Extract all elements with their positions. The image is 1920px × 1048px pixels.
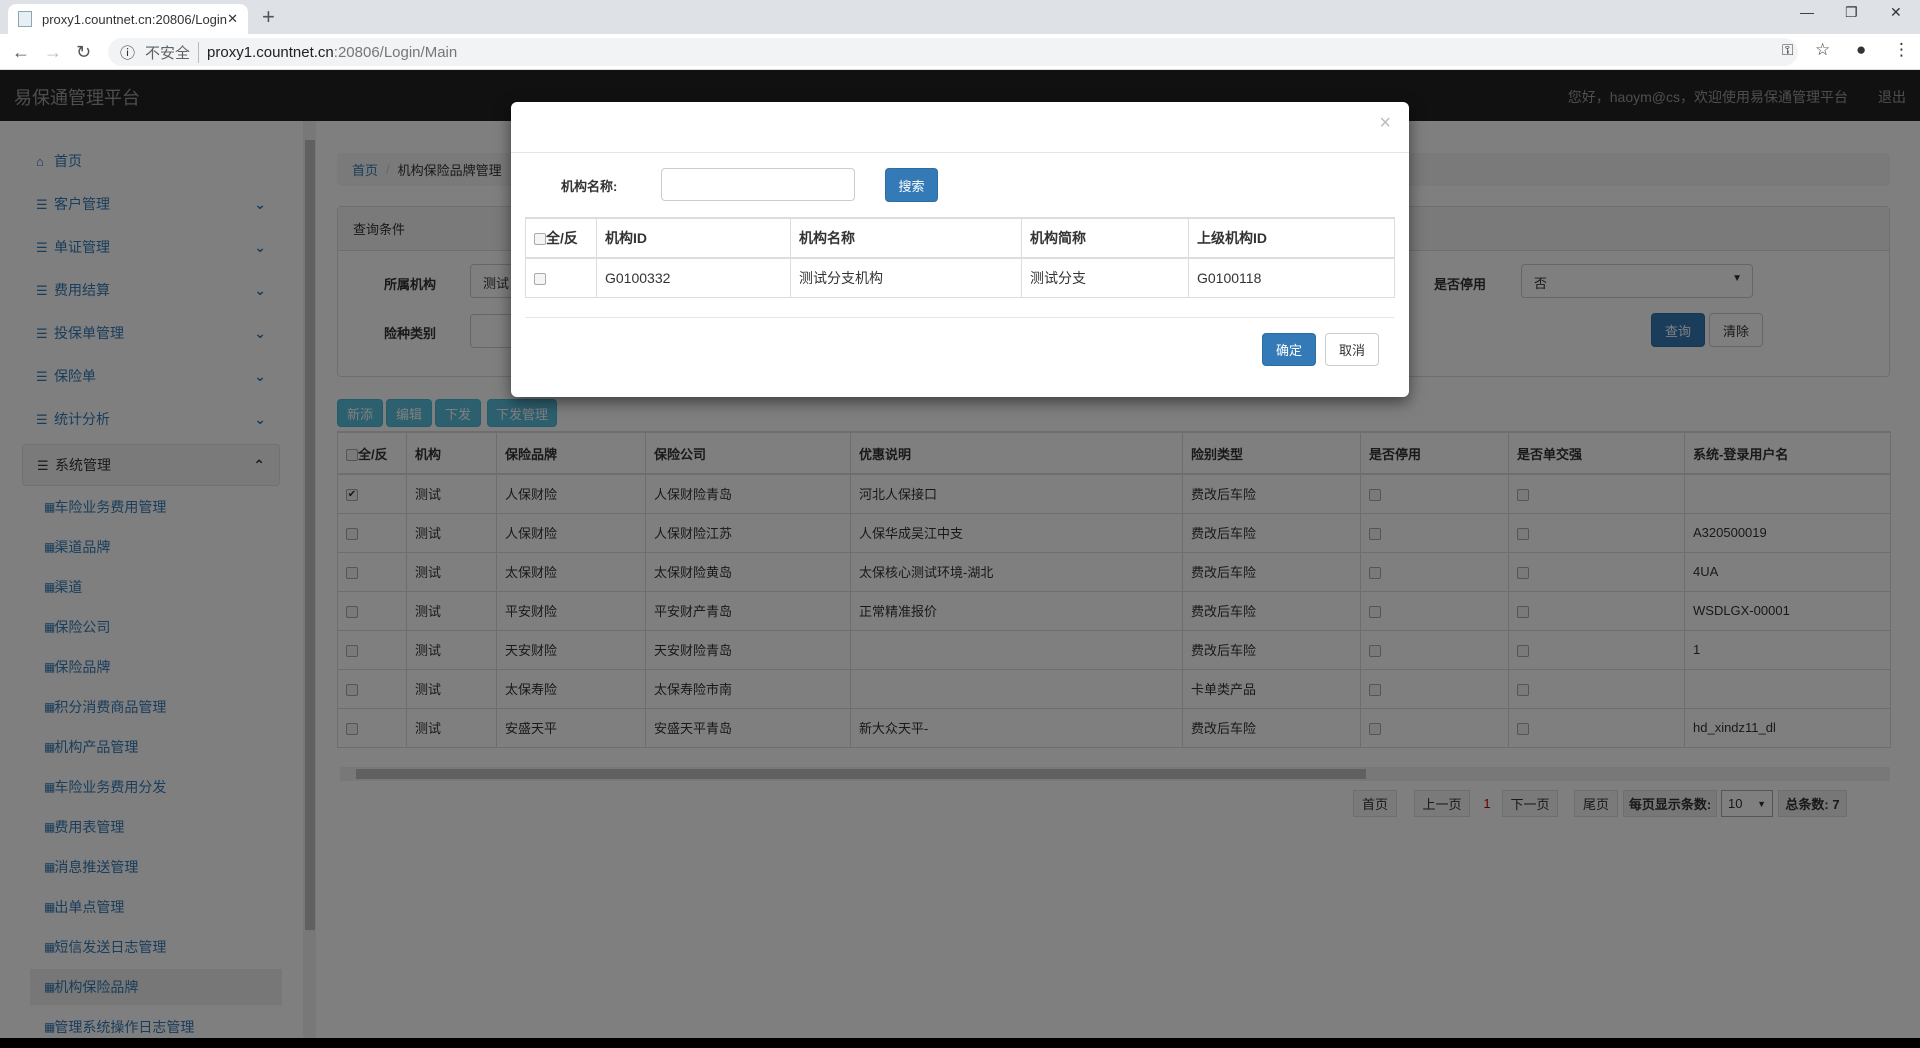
close-tab-icon[interactable]: ✕ bbox=[227, 11, 238, 27]
select-all-header[interactable]: 全/反 bbox=[525, 217, 597, 259]
cancel-button[interactable]: 取消 bbox=[1325, 333, 1379, 366]
org-name-input[interactable] bbox=[661, 168, 855, 201]
menu-icon[interactable]: ⋮ bbox=[1893, 40, 1910, 60]
column-header: 机构名称 bbox=[790, 217, 1022, 259]
column-header: 机构ID bbox=[596, 217, 791, 259]
modal-footer-divider bbox=[525, 317, 1394, 318]
confirm-button[interactable]: 确定 bbox=[1262, 333, 1316, 366]
org-table: 全/反 机构ID 机构名称 机构简称 上级机构ID G0100332 测试分支机… bbox=[525, 217, 1395, 298]
column-header: 全/反 bbox=[546, 230, 578, 246]
url-input[interactable]: ⓘ 不安全 proxy1.countnet.cn:20806/Login/Mai… bbox=[108, 38, 1798, 66]
star-icon[interactable]: ☆ bbox=[1815, 40, 1830, 60]
browser-tab-bar: proxy1.countnet.cn:20806/Login/Main ✕ + … bbox=[0, 0, 1920, 34]
page-favicon-icon bbox=[18, 11, 32, 27]
modal-header-divider bbox=[511, 152, 1409, 153]
select-all-checkbox[interactable] bbox=[534, 233, 546, 246]
os-taskbar bbox=[0, 1038, 1920, 1048]
account-icon[interactable]: ● bbox=[1856, 40, 1866, 60]
row-checkbox[interactable] bbox=[534, 273, 546, 286]
table-row[interactable]: G0100332 测试分支机构 测试分支 G0100118 bbox=[525, 257, 1395, 298]
org-select-modal: × 机构名称: 搜索 全/反 机构ID 机构名称 机构简称 上级机构ID G01… bbox=[511, 102, 1409, 397]
reload-icon[interactable]: ↻ bbox=[76, 42, 91, 63]
new-tab-button[interactable]: + bbox=[262, 4, 275, 30]
org-name-cell: 测试分支机构 bbox=[790, 257, 1022, 298]
search-button[interactable]: 搜索 bbox=[885, 168, 938, 202]
address-bar-row: ← → ↻ ⓘ 不安全 proxy1.countnet.cn:20806/Log… bbox=[0, 34, 1920, 70]
org-short-cell: 测试分支 bbox=[1021, 257, 1189, 298]
url-path: :20806/Login/Main bbox=[333, 43, 458, 61]
column-header: 机构简称 bbox=[1021, 217, 1189, 259]
back-icon[interactable]: ← bbox=[12, 42, 30, 63]
close-icon[interactable]: × bbox=[1379, 112, 1391, 135]
url-host: proxy1.countnet.cn bbox=[207, 43, 334, 61]
insecure-label: 不安全 bbox=[145, 41, 200, 63]
minimize-icon[interactable]: — bbox=[1800, 4, 1814, 20]
restore-icon[interactable]: ❐ bbox=[1845, 4, 1858, 21]
key-icon[interactable]: ⚿ bbox=[1782, 42, 1793, 59]
browser-tab[interactable]: proxy1.countnet.cn:20806/Login/Main ✕ bbox=[8, 4, 248, 34]
parent-org-id-cell: G0100118 bbox=[1188, 257, 1395, 298]
tab-title: proxy1.countnet.cn:20806/Login/Main bbox=[42, 11, 228, 27]
info-icon[interactable]: ⓘ bbox=[120, 42, 135, 63]
row-select-cell bbox=[525, 257, 597, 298]
forward-icon[interactable]: → bbox=[44, 42, 62, 63]
column-header: 上级机构ID bbox=[1188, 217, 1395, 259]
org-name-label: 机构名称: bbox=[561, 179, 618, 194]
org-id-cell: G0100332 bbox=[596, 257, 791, 298]
close-window-icon[interactable]: ✕ bbox=[1890, 4, 1902, 21]
